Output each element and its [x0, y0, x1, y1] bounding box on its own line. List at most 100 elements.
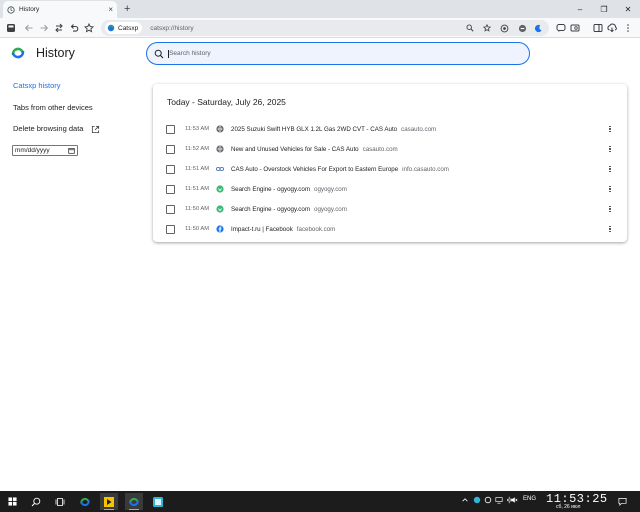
- chat-icon[interactable]: [554, 21, 568, 35]
- volume-icon[interactable]: [510, 496, 518, 506]
- calendar-icon[interactable]: [68, 147, 75, 154]
- row-menu-icon[interactable]: [607, 164, 613, 174]
- clock-date[interactable]: сб, 26 июл: [556, 504, 580, 510]
- row-domain: ogyogy.com: [314, 205, 347, 213]
- sidebar-panel-icon[interactable]: [4, 21, 18, 35]
- url-text[interactable]: catsxp://history: [150, 25, 193, 32]
- split-view-icon[interactable]: [591, 21, 605, 35]
- tab-close-icon[interactable]: ×: [108, 5, 113, 14]
- row-menu-icon[interactable]: [607, 124, 613, 134]
- history-row[interactable]: 11:53 AM 2025 Suzuki Swift HYB GLX 1.2L …: [153, 119, 627, 139]
- history-brand: History: [10, 45, 75, 61]
- reload-icon[interactable]: [52, 21, 66, 35]
- history-row[interactable]: 11:51 AM CAS Auto - Overstock Vehicles F…: [153, 159, 627, 179]
- catsxp-active-taskbar-icon[interactable]: [125, 493, 143, 510]
- tab-strip: History × + – ❐ ✕: [0, 0, 640, 18]
- row-domain: info.casauto.com: [402, 165, 449, 173]
- row-menu-icon[interactable]: [607, 204, 613, 214]
- row-time: 11:51 AM: [185, 186, 210, 192]
- row-domain: ogyogy.com: [314, 185, 347, 193]
- zoom-search-icon[interactable]: [465, 23, 475, 33]
- row-domain: facebook.com: [296, 225, 336, 233]
- close-window-button[interactable]: ✕: [616, 0, 640, 18]
- history-row[interactable]: 11:50 AM Impact-t.ru | Facebook facebook.…: [153, 219, 627, 239]
- history-card: Today - Saturday, July 26, 2025 11:53 AM…: [153, 84, 627, 242]
- history-row[interactable]: 11:52 AM New and Unused Vehicles for Sal…: [153, 139, 627, 159]
- search-icon: [154, 49, 164, 58]
- row-title[interactable]: Search Engine - ogyogy.com: [231, 206, 310, 213]
- minimize-button[interactable]: –: [568, 0, 592, 18]
- row-menu-icon[interactable]: [607, 144, 613, 154]
- date-filter-input[interactable]: mm/dd/yyyy: [12, 145, 78, 156]
- new-tab-button[interactable]: +: [124, 2, 130, 16]
- extension-badge-icon[interactable]: [517, 23, 527, 33]
- row-checkbox[interactable]: [166, 164, 175, 174]
- language-indicator[interactable]: ENG: [523, 496, 536, 502]
- tab-title: History: [19, 6, 40, 13]
- ogyogy-icon: [216, 185, 224, 193]
- tray-status-icon[interactable]: [484, 496, 492, 506]
- row-title[interactable]: CAS Auto - Overstock Vehicles For Export…: [231, 166, 398, 173]
- network-icon[interactable]: [495, 496, 503, 506]
- sidebar-item-delete-browsing-data[interactable]: Delete browsing data: [13, 124, 100, 134]
- row-title[interactable]: Impact-t.ru | Facebook: [231, 226, 293, 233]
- row-time: 11:53 AM: [185, 126, 210, 132]
- windows-start-icon[interactable]: [3, 493, 21, 510]
- search-history-input[interactable]: Search history: [146, 42, 530, 65]
- globe-icon: [216, 125, 224, 133]
- maximize-button[interactable]: ❐: [592, 0, 616, 18]
- catsxp-logo-icon: [107, 24, 115, 32]
- shield-icon[interactable]: [499, 23, 509, 33]
- row-time: 11:50 AM: [185, 206, 210, 212]
- history-day-heading: Today - Saturday, July 26, 2025: [167, 97, 286, 107]
- omnibox[interactable]: Catsxp catsxp://history: [101, 20, 549, 36]
- tray-app-icon[interactable]: [473, 496, 481, 506]
- bookmark-star-icon[interactable]: [82, 21, 96, 35]
- row-menu-icon[interactable]: [607, 184, 613, 194]
- date-placeholder: mm/dd/yyyy: [15, 147, 50, 154]
- row-checkbox[interactable]: [166, 204, 175, 214]
- notifications-icon[interactable]: [618, 497, 627, 508]
- tab-search-icon[interactable]: [568, 21, 582, 35]
- sidebar-item-tabs-other-devices[interactable]: Tabs from other devices: [13, 103, 93, 112]
- sidebar-item-label: Delete browsing data: [13, 124, 84, 133]
- row-checkbox[interactable]: [166, 124, 175, 134]
- globe-icon: [216, 145, 224, 153]
- row-title[interactable]: New and Unused Vehicles for Sale - CAS A…: [231, 146, 359, 153]
- tray-chevron-up-icon[interactable]: [461, 496, 469, 506]
- bookmark-icon[interactable]: [482, 23, 492, 33]
- link-icon: [216, 167, 224, 171]
- row-title[interactable]: 2025 Suzuki Swift HYB GLX 1.2L Gas 2WD C…: [231, 126, 397, 133]
- row-domain: casauto.com: [362, 145, 398, 153]
- site-chip[interactable]: Catsxp: [105, 22, 143, 34]
- row-checkbox[interactable]: [166, 184, 175, 194]
- tab-history[interactable]: History ×: [3, 1, 117, 18]
- media-player-taskbar-icon[interactable]: [100, 493, 118, 510]
- menu-kebab-icon[interactable]: [621, 21, 635, 35]
- search-taskbar-icon[interactable]: [27, 493, 45, 510]
- forward-icon[interactable]: [37, 21, 51, 35]
- search-placeholder: Search history: [169, 50, 211, 57]
- row-title[interactable]: Search Engine - ogyogy.com: [231, 186, 310, 193]
- download-icon[interactable]: [605, 21, 619, 35]
- row-menu-icon[interactable]: [607, 224, 613, 234]
- row-domain: casauto.com: [401, 125, 437, 133]
- ogyogy-icon: [216, 205, 224, 213]
- row-checkbox[interactable]: [166, 224, 175, 234]
- history-row[interactable]: 11:51 AM Search Engine - ogyogy.com ogyog…: [153, 179, 627, 199]
- history-clock-icon: [7, 5, 15, 14]
- row-time: 11:50 AM: [185, 226, 210, 232]
- browser-toolbar: Catsxp catsxp://history: [0, 18, 640, 38]
- app-taskbar-icon[interactable]: [149, 493, 167, 510]
- task-view-icon[interactable]: [51, 493, 69, 510]
- row-checkbox[interactable]: [166, 144, 175, 154]
- back-icon[interactable]: [22, 21, 36, 35]
- dark-mode-moon-icon[interactable]: [533, 23, 543, 33]
- open-external-icon: [91, 125, 99, 133]
- row-time: 11:52 AM: [185, 146, 210, 152]
- catsxp-taskbar-icon[interactable]: [76, 493, 94, 510]
- undo-icon[interactable]: [67, 21, 81, 35]
- sidebar-item-catsxp-history[interactable]: Catsxp history: [13, 81, 61, 90]
- history-row[interactable]: 11:50 AM Search Engine - ogyogy.com ogyog…: [153, 199, 627, 219]
- windows-taskbar: ENG 11:53:25 сб, 26 июл: [0, 491, 640, 512]
